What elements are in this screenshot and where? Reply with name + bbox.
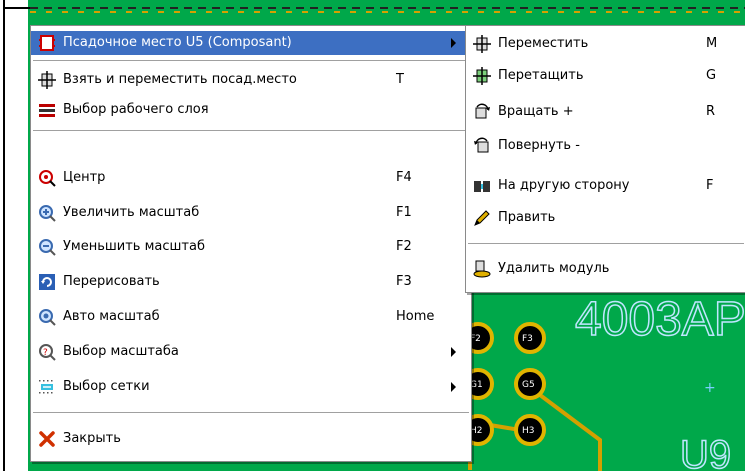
shortcut-key: Home <box>396 309 435 324</box>
submenu-item-rotate-ccw[interactable]: Повернуть - <box>466 134 745 158</box>
move-footprint-icon <box>38 71 56 89</box>
move-icon <box>473 35 491 53</box>
shortcut-key: F <box>706 178 714 193</box>
pad-label-h3: H3 <box>522 426 535 436</box>
shortcut-key: G <box>706 68 717 83</box>
menu-item-label: Выбор рабочего слоя <box>63 102 209 117</box>
footprint-submenu: Переместить M Перетащить G Вращать + R П… <box>465 25 745 293</box>
zoom-out-icon <box>38 238 56 256</box>
submenu-arrow-icon <box>451 347 456 357</box>
menu-item-label: Вращать + <box>498 104 574 119</box>
rotate-ccw-icon <box>473 137 491 155</box>
center-icon <box>38 169 56 187</box>
submenu-item-rotate-cw[interactable]: Вращать + R <box>466 100 745 124</box>
submenu-item-delete-module[interactable]: Удалить модуль <box>466 257 745 281</box>
svg-text:+: + <box>704 380 716 396</box>
shortcut-key: F1 <box>396 205 412 220</box>
shortcut-key: F3 <box>396 274 412 289</box>
shortcut-key: F4 <box>396 170 412 185</box>
pad-label-g5: G5 <box>522 380 535 390</box>
silk-text-4003ap: 4003AP <box>575 293 745 346</box>
menu-item-label: Псадочное место U5 (Composant) <box>63 35 292 50</box>
submenu-item-move[interactable]: Переместить M <box>466 32 745 56</box>
delete-module-icon <box>473 260 491 278</box>
menu-item-label: Перерисовать <box>63 274 160 289</box>
submenu-arrow-icon <box>451 38 456 48</box>
svg-text:?: ? <box>43 348 48 358</box>
menu-item-center[interactable]: Центр F4 <box>31 166 471 190</box>
menu-item-label: Выбор сетки <box>63 379 150 394</box>
context-menu: Псадочное место U5 (Composant) Взять и п… <box>30 25 472 462</box>
shortcut-key: R <box>706 104 716 119</box>
submenu-item-edit[interactable]: Править <box>466 206 745 230</box>
menu-item-label: Переместить <box>498 36 589 51</box>
menu-item-select-layer[interactable]: Выбор рабочего слоя <box>31 98 471 122</box>
menu-item-zoom-select[interactable]: ? Выбор масштаба <box>31 340 471 364</box>
menu-item-label: Увеличить масштаб <box>63 205 200 220</box>
footprint-icon <box>38 34 56 52</box>
submenu-item-flip[interactable]: На другую сторону F <box>466 174 745 198</box>
edit-icon <box>473 209 491 227</box>
grid-icon <box>38 378 56 396</box>
shortcut-key: T <box>396 72 404 87</box>
menu-item-grid-select[interactable]: Выбор сетки <box>31 375 471 399</box>
menu-separator <box>33 412 469 414</box>
menu-item-close[interactable]: Закрыть <box>31 427 471 451</box>
menu-item-label: Перетащить <box>498 68 584 83</box>
drag-icon <box>473 67 491 85</box>
menu-separator <box>33 130 469 132</box>
shortcut-key: F2 <box>396 239 412 254</box>
pad-label-f3: F3 <box>522 334 533 344</box>
menu-item-label: Закрыть <box>63 431 121 446</box>
menu-item-footprint[interactable]: Псадочное место U5 (Composant) <box>31 31 471 55</box>
menu-item-zoom-in[interactable]: Увеличить масштаб F1 <box>31 201 471 225</box>
close-icon <box>38 430 56 448</box>
submenu-arrow-icon <box>451 382 456 392</box>
menu-item-label: Центр <box>63 170 106 185</box>
menu-item-move-footprint[interactable]: Взять и переместить посад.место T <box>31 68 471 92</box>
menu-item-label: Авто масштаб <box>63 309 160 324</box>
menu-item-zoom-auto[interactable]: Авто масштаб Home <box>31 305 471 329</box>
menu-item-label: Править <box>498 210 556 225</box>
menu-item-label: Взять и переместить посад.место <box>63 72 297 87</box>
menu-item-label: На другую сторону <box>498 178 630 193</box>
zoom-auto-icon <box>38 308 56 326</box>
menu-item-label: Повернуть - <box>498 138 580 153</box>
menu-item-redraw[interactable]: Перерисовать F3 <box>31 270 471 294</box>
menu-item-label: Удалить модуль <box>498 261 610 276</box>
submenu-item-drag[interactable]: Перетащить G <box>466 64 745 88</box>
redraw-icon <box>38 273 56 291</box>
menu-separator <box>468 243 744 245</box>
menu-item-label: Выбор масштаба <box>63 344 179 359</box>
shortcut-key: M <box>706 36 718 51</box>
menu-separator <box>33 60 469 62</box>
menu-item-label: Уменьшить масштаб <box>63 239 205 254</box>
layers-icon <box>38 101 56 119</box>
zoom-in-icon <box>38 204 56 222</box>
flip-icon <box>473 177 491 195</box>
rotate-cw-icon <box>473 103 491 121</box>
menu-item-zoom-out[interactable]: Уменьшить масштаб F2 <box>31 235 471 259</box>
zoom-select-icon: ? <box>38 343 56 361</box>
silk-text-u9: U9 <box>680 433 731 471</box>
